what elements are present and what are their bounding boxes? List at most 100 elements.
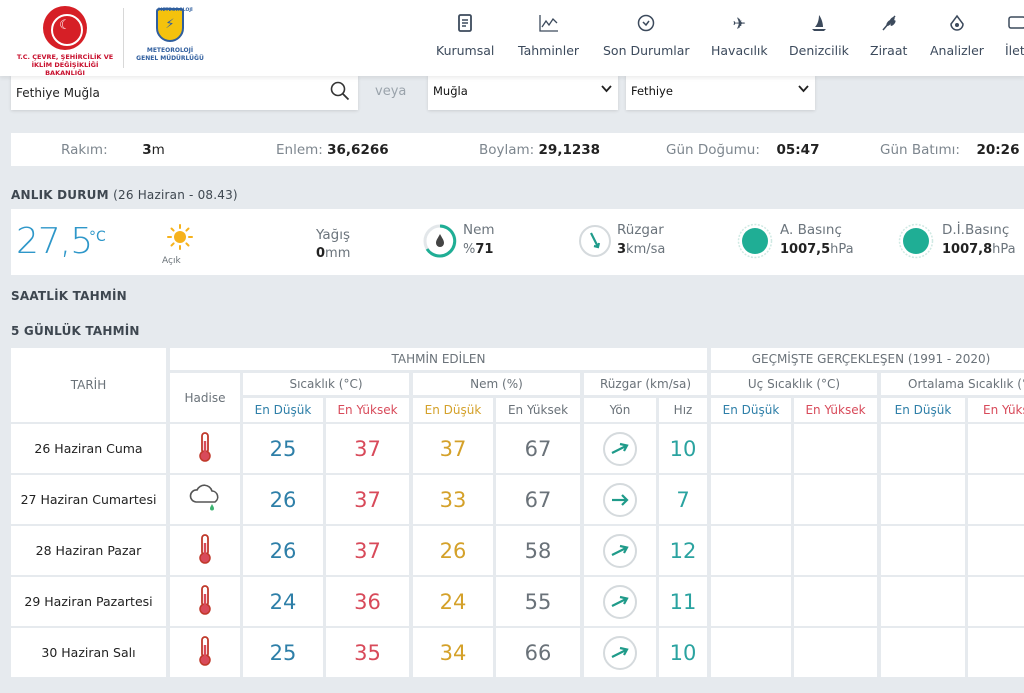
- temp-min-value: 26: [243, 526, 323, 575]
- cloud-rain-icon: [188, 483, 222, 516]
- mgm-logo-line1: METEOROLOJİ: [146, 47, 194, 54]
- pressure-unit: hPa: [830, 242, 854, 257]
- nav-label: İleti: [1005, 43, 1024, 58]
- history-empty-cell: [711, 475, 791, 524]
- mgm-shield-text: METEOROLOJİ: [158, 8, 193, 13]
- sea-pressure-unit: hPa: [992, 242, 1016, 257]
- logo-divider: [123, 8, 124, 68]
- weather-event-cell: [170, 424, 240, 473]
- forecast-date: 26 Haziran Cuma: [11, 424, 166, 473]
- nav-ziraat[interactable]: Ziraat: [870, 14, 907, 58]
- wind-arrow-icon: [603, 635, 637, 670]
- forecast-group-header: TAHMİN EDİLEN: [170, 348, 707, 370]
- sunset-value: 20:26: [976, 142, 1020, 158]
- forecast-date: 29 Haziran Pazartesi: [11, 577, 166, 626]
- thermometer-icon: [196, 635, 214, 671]
- wind-speed-value: 10: [659, 628, 707, 677]
- ministry-logo-line1: T.C. ÇEVRE, ŞEHİRCİLİK VE: [16, 53, 114, 61]
- temp-min-value: 24: [243, 577, 323, 626]
- forecast-date: 28 Haziran Pazar: [11, 526, 166, 575]
- temp-min-value: 25: [243, 628, 323, 677]
- nav-label: Havacılık: [711, 43, 768, 58]
- history-empty-cell: [881, 526, 965, 575]
- wind-speed-header: Hız: [659, 398, 707, 422]
- temp-max-value: 35: [326, 628, 409, 677]
- extreme-high-header: En Yüksek: [794, 398, 877, 422]
- weather-event-cell: [170, 577, 240, 626]
- ministry-seal-icon: ☾: [43, 6, 87, 50]
- temp-max-value: 37: [326, 475, 409, 524]
- pressure-number: 1007,5: [780, 242, 831, 257]
- wind-arrow-icon: [603, 431, 637, 466]
- nav-iletisim[interactable]: İleti: [1005, 14, 1024, 58]
- temp-max-value: 37: [326, 424, 409, 473]
- precip-number: 0: [316, 246, 326, 261]
- nav-analizler[interactable]: Analizler: [930, 14, 984, 58]
- analysis-icon: [930, 14, 984, 38]
- nav-son-durumlar[interactable]: Son Durumlar: [603, 14, 690, 58]
- ministry-logo[interactable]: ☾ T.C. ÇEVRE, ŞEHİRCİLİK VE İKLİM DEĞİŞİ…: [12, 6, 118, 77]
- avg-high-header: En Yüksek: [968, 398, 1024, 422]
- history-empty-cell: [711, 424, 791, 473]
- history-empty-cell: [881, 577, 965, 626]
- humidity-min-value: 26: [413, 526, 493, 575]
- hum-high-header: En Yüksek: [496, 398, 580, 422]
- humidity-max-value: 66: [496, 628, 580, 677]
- hum-low-header: En Düşük: [413, 398, 493, 422]
- nav-tahminler[interactable]: Tahminler: [518, 14, 579, 58]
- current-section-title: ANLIK DURUM (26 Haziran - 08.43): [11, 188, 238, 202]
- current-temperature: 27,5: [16, 221, 93, 262]
- extreme-low-header: En Düşük: [711, 398, 791, 422]
- history-empty-cell: [794, 475, 877, 524]
- forecast-section-title: 5 GÜNLÜK TAHMİN: [11, 324, 140, 338]
- search-icon[interactable]: [330, 81, 350, 101]
- pressure-label: A. Basınç: [780, 222, 842, 238]
- weather-event-cell: [170, 475, 240, 524]
- thermometer-icon: [196, 533, 214, 569]
- wind-unit: km/sa: [626, 242, 666, 257]
- main-nav: Kurumsal Tahminler Son Durumlar ✈ Havacı…: [420, 0, 1024, 76]
- clock-icon: [603, 14, 690, 38]
- longitude-label: Boylam:: [479, 142, 535, 158]
- wind-header: Rüzgar (km/sa): [584, 373, 707, 395]
- nav-havacilik[interactable]: ✈ Havacılık: [711, 14, 768, 58]
- history-empty-cell: [968, 577, 1024, 626]
- event-header: Hadise: [170, 373, 240, 422]
- current-subtitle: (26 Haziran - 08.43): [113, 188, 238, 202]
- wind-dir-header: Yön: [584, 398, 656, 422]
- latitude-label: Enlem:: [276, 142, 323, 158]
- latitude-info: Enlem: 36,6266: [276, 142, 389, 158]
- history-empty-cell: [968, 475, 1024, 524]
- thermometer-icon: [196, 431, 214, 467]
- altitude-value: 3: [142, 142, 152, 158]
- temp-low-header: En Düşük: [243, 398, 323, 422]
- sun-icon: [167, 224, 193, 250]
- nav-kurumsal[interactable]: Kurumsal: [436, 14, 494, 58]
- wind-direction-cell: [584, 424, 656, 473]
- weather-event-cell: [170, 628, 240, 677]
- current-title: ANLIK DURUM: [11, 188, 109, 202]
- humidity-max-value: 67: [496, 424, 580, 473]
- nav-denizcilik[interactable]: Denizcilik: [789, 14, 849, 58]
- district-select[interactable]: Fethiye: [626, 75, 815, 110]
- altitude-unit: m: [151, 142, 165, 158]
- nav-label: Denizcilik: [789, 43, 849, 58]
- site-header: ☾ T.C. ÇEVRE, ŞEHİRCİLİK VE İKLİM DEĞİŞİ…: [0, 0, 1024, 77]
- or-label: veya: [375, 84, 407, 99]
- location-info-bar: Rakım: 3m Enlem: 36,6266 Boylam: 29,1238…: [11, 133, 1024, 166]
- wind-speed-value: 10: [659, 424, 707, 473]
- sunset-label: Gün Batımı:: [880, 142, 960, 158]
- wind-speed-value: 7: [659, 475, 707, 524]
- search-input[interactable]: [11, 75, 311, 110]
- mgm-logo[interactable]: METEOROLOJİ METEOROLOJİ GENEL MÜDÜRLÜĞÜ: [134, 8, 206, 63]
- wind-speed-value: 11: [659, 577, 707, 626]
- longitude-value: 29,1238: [538, 142, 601, 158]
- hourly-section-title[interactable]: SAATLİK TAHMİN: [11, 289, 127, 303]
- wind-arrow-icon: [603, 584, 637, 619]
- longitude-info: Boylam: 29,1238: [479, 142, 600, 158]
- history-empty-cell: [881, 628, 965, 677]
- sunrise-value: 05:47: [776, 142, 820, 158]
- sunset-info: Gün Batımı: 20:26: [880, 142, 1019, 158]
- province-select[interactable]: Muğla: [428, 75, 618, 110]
- humidity-min-value: 24: [413, 577, 493, 626]
